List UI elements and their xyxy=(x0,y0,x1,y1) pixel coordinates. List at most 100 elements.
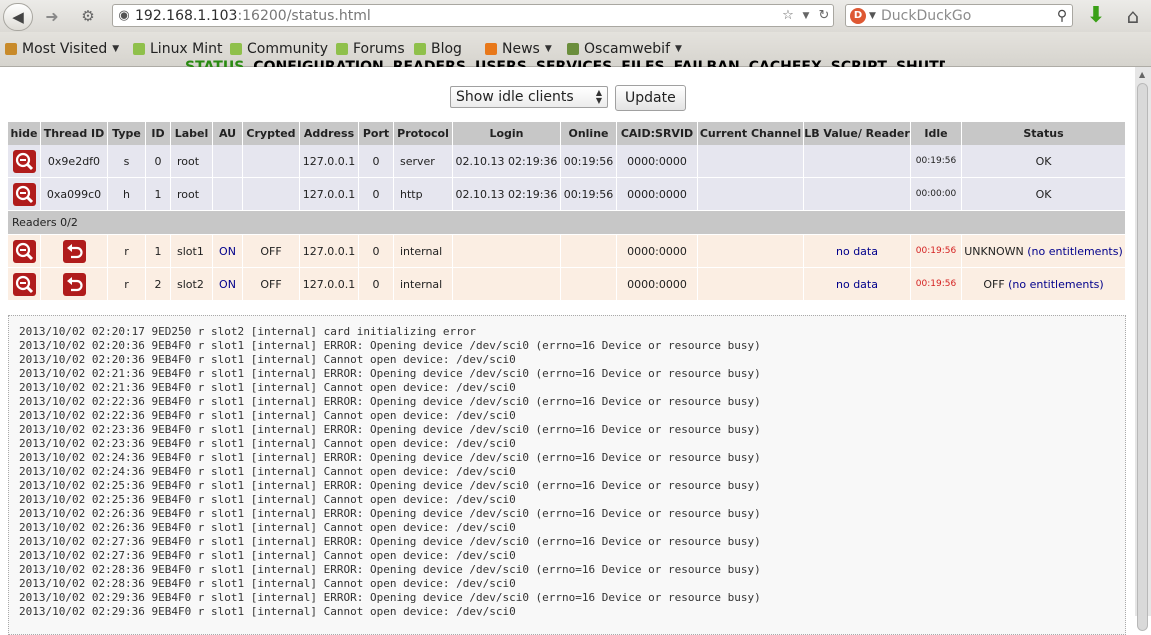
crypted-cell xyxy=(243,178,300,211)
search-icon[interactable]: ⚲ xyxy=(1052,8,1072,24)
search-bar[interactable]: D ▼ DuckDuckGo ⚲ xyxy=(845,4,1073,27)
chevron-down-icon: ▼ xyxy=(544,44,552,54)
chevron-down-icon: ▼ xyxy=(112,44,120,54)
bookmark-most-visited[interactable]: Most Visited ▼ xyxy=(5,41,119,57)
bookmark-star-icon[interactable]: ☆ xyxy=(779,8,797,23)
id-cell: 0 xyxy=(146,145,171,178)
bookmark-community[interactable]: Community xyxy=(230,41,328,57)
bookmark-forums[interactable]: Forums xyxy=(336,41,405,57)
status-cell: OK xyxy=(962,145,1126,178)
lb-cell[interactable]: no data xyxy=(804,235,911,268)
home-icon[interactable]: ⌂ xyxy=(1120,3,1146,29)
readers-group-header: Readers 0/2 xyxy=(8,211,1126,235)
entitlements-link[interactable]: (no entitlements) xyxy=(1008,278,1104,291)
col-port: Port xyxy=(359,122,394,145)
client-row: 0xa099c0 h 1 root 127.0.0.1 0 http 02.10… xyxy=(8,178,1126,211)
globe-icon: ◉ xyxy=(118,8,130,23)
hide-client-button[interactable] xyxy=(12,149,36,173)
address-cell: 127.0.0.1 xyxy=(300,178,359,211)
url-text[interactable]: 192.168.1.103:16200/status.html xyxy=(135,8,779,24)
hide-reader-button[interactable] xyxy=(12,272,36,296)
caid-cell: 0000:0000 xyxy=(617,178,698,211)
restart-cell xyxy=(41,268,108,301)
login-cell xyxy=(453,235,561,268)
folder-icon xyxy=(567,43,579,55)
label-cell: slot2 xyxy=(171,268,213,301)
log-line: 2013/10/02 02:22:36 9EB4F0 r slot1 [inte… xyxy=(19,409,516,422)
restart-reader-button[interactable] xyxy=(62,272,86,296)
history-dropdown-icon[interactable]: ▼ xyxy=(797,11,815,21)
log-line: 2013/10/02 02:24:36 9EB4F0 r slot1 [inte… xyxy=(19,465,516,478)
hide-reader-button[interactable] xyxy=(12,239,36,263)
update-button[interactable]: Update xyxy=(615,85,686,111)
type-cell: h xyxy=(108,178,146,211)
undo-arrow-icon xyxy=(66,243,83,258)
search-engine-dropdown-icon[interactable]: ▼ xyxy=(869,11,881,21)
restart-reader-button[interactable] xyxy=(62,239,86,263)
tools-icon: ⚙ xyxy=(81,7,95,25)
online-cell xyxy=(561,268,617,301)
page-top-edge xyxy=(0,67,1135,68)
col-thread-id: Thread ID xyxy=(41,122,108,145)
select-arrows-icon: ▲ ▼ xyxy=(595,88,602,105)
log-line: 2013/10/02 02:24:36 9EB4F0 r slot1 [inte… xyxy=(19,451,761,464)
address-bar[interactable]: ◉ 192.168.1.103:16200/status.html ☆ ▼ ↻ xyxy=(112,4,834,27)
download-icon[interactable]: ⬇ xyxy=(1083,3,1109,29)
protocol-cell: server xyxy=(394,145,453,178)
entitlements-link[interactable]: (no entitlements) xyxy=(1027,245,1123,258)
log-line: 2013/10/02 02:25:36 9EB4F0 r slot1 [inte… xyxy=(19,493,516,506)
protocol-cell: internal xyxy=(394,268,453,301)
status-table: hide Thread ID Type ID Label AU Crypted … xyxy=(8,122,1126,301)
forward-button[interactable]: ➜ xyxy=(38,3,66,29)
browser-toolbar: ◀ ➜ ⚙ ◉ 192.168.1.103:16200/status.html … xyxy=(0,0,1151,32)
bookmark-linux-mint[interactable]: Linux Mint xyxy=(133,41,223,57)
address-cell: 127.0.0.1 xyxy=(300,235,359,268)
hide-client-button[interactable] xyxy=(12,182,36,206)
back-button[interactable]: ◀ xyxy=(3,3,33,31)
scrollbar-thumb[interactable] xyxy=(1137,83,1148,631)
crypted-cell: OFF xyxy=(243,235,300,268)
login-cell xyxy=(453,268,561,301)
bookmark-label: Blog xyxy=(431,41,462,57)
idle-cell: 00:19:56 xyxy=(911,268,962,301)
scroll-up-icon[interactable]: ▲ xyxy=(1139,70,1145,79)
bookmark-news[interactable]: News ▼ xyxy=(485,41,552,57)
lb-cell xyxy=(804,178,911,211)
reader-status: OFF xyxy=(983,277,1005,291)
site-identity-button[interactable]: ⚙ xyxy=(76,3,100,29)
login-cell: 02.10.13 02:19:36 xyxy=(453,145,561,178)
log-line: 2013/10/02 02:26:36 9EB4F0 r slot1 [inte… xyxy=(19,521,516,534)
zoom-out-icon xyxy=(15,275,33,293)
col-caid-srvid: CAID:SRVID xyxy=(617,122,698,145)
caid-cell: 0000:0000 xyxy=(617,268,698,301)
log-line: 2013/10/02 02:20:36 9EB4F0 r slot1 [inte… xyxy=(19,353,516,366)
bookmark-label: Oscamwebif xyxy=(584,41,670,57)
rss-icon xyxy=(485,43,497,55)
undo-arrow-icon xyxy=(66,276,83,291)
log-line: 2013/10/02 02:29:36 9EB4F0 r slot1 [inte… xyxy=(19,591,761,604)
search-input[interactable]: DuckDuckGo xyxy=(881,8,1052,24)
reload-icon[interactable]: ↻ xyxy=(815,8,833,23)
client-row: 0x9e2df0 s 0 root 127.0.0.1 0 server 02.… xyxy=(8,145,1126,178)
log-panel[interactable]: 2013/10/02 02:20:17 9ED250 r slot2 [inte… xyxy=(8,315,1126,635)
id-cell: 1 xyxy=(146,178,171,211)
thread-id-cell: 0xa099c0 xyxy=(41,178,108,211)
zoom-out-icon xyxy=(15,242,33,260)
online-cell: 00:19:56 xyxy=(561,145,617,178)
page-scrollbar[interactable]: ▲ xyxy=(1135,67,1151,631)
bookmark-blog[interactable]: Blog xyxy=(414,41,462,57)
label-cell: root xyxy=(171,178,213,211)
log-line: 2013/10/02 02:20:17 9ED250 r slot2 [inte… xyxy=(19,325,476,338)
client-filter-select[interactable]: Show idle clients ▲ ▼ xyxy=(450,86,608,108)
duckduckgo-logo-icon[interactable]: D xyxy=(850,7,866,24)
url-host: 192.168.1.103 xyxy=(135,7,238,24)
url-path: :16200/status.html xyxy=(237,7,371,24)
col-hide: hide xyxy=(8,122,41,145)
col-current-channel: Current Channel xyxy=(698,122,804,145)
login-cell: 02.10.13 02:19:36 xyxy=(453,178,561,211)
bookmark-oscamwebif[interactable]: Oscamwebif ▼ xyxy=(567,41,682,57)
lb-cell[interactable]: no data xyxy=(804,268,911,301)
table-header-row: hide Thread ID Type ID Label AU Crypted … xyxy=(8,122,1126,145)
id-cell: 2 xyxy=(146,268,171,301)
idle-cell: 00:19:56 xyxy=(911,235,962,268)
